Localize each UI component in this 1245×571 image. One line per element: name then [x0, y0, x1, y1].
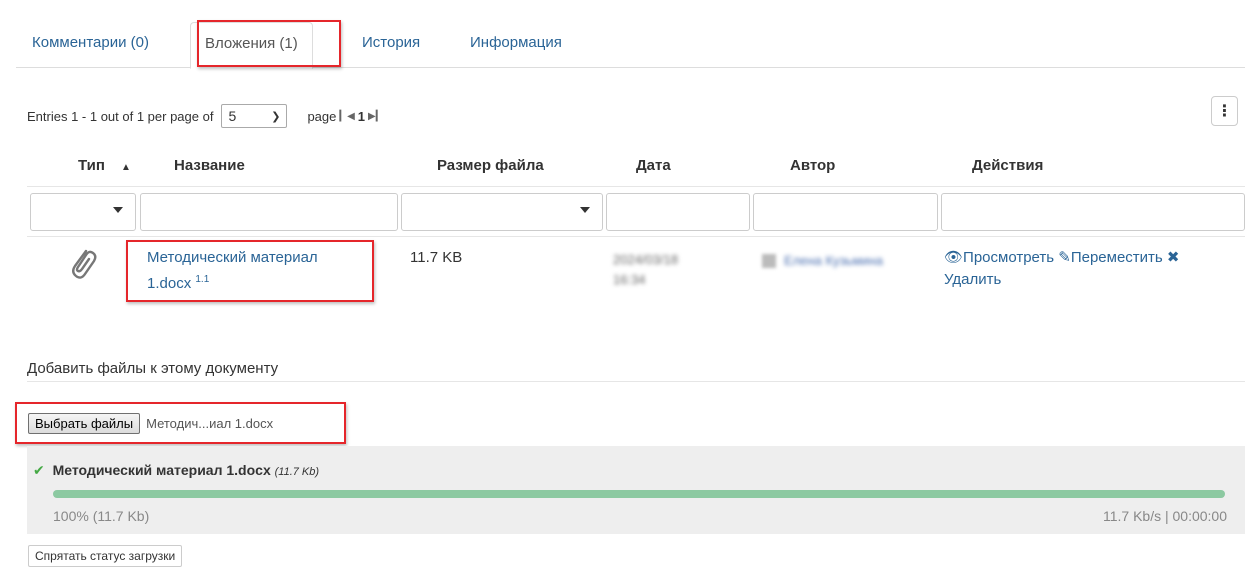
- per-page-select[interactable]: 5 ❯: [221, 104, 288, 128]
- eye-icon: 👁: [944, 249, 964, 266]
- column-header-type-label: Тип: [78, 157, 105, 174]
- per-page-value: 5: [228, 108, 237, 124]
- upload-file-name: Методический материал 1.docx: [52, 462, 271, 478]
- version-badge: 1.1: [195, 274, 210, 285]
- type-filter-select[interactable]: [30, 193, 136, 231]
- file-name-link[interactable]: Методический материал 1.docx 1.1: [147, 247, 318, 295]
- upload-status-title: ✔ Методический материал 1.docx (11.7 Kb): [33, 462, 319, 479]
- column-header-size[interactable]: Размер файла: [437, 157, 544, 174]
- actions-filter-input[interactable]: [941, 193, 1245, 231]
- choose-files-button[interactable]: Выбрать файлы: [28, 413, 141, 434]
- paperclip-icon: [66, 246, 100, 293]
- current-page[interactable]: 1: [358, 109, 365, 124]
- column-header-type[interactable]: Тип ▲: [78, 157, 131, 174]
- tab-attachments[interactable]: Вложения (1): [190, 22, 313, 69]
- check-icon: ✔: [33, 462, 45, 478]
- upload-speed: 11.7 Kb/s | 00:00:00: [1102, 508, 1227, 524]
- actions-cell: 👁Просмотреть ✎Переместить ✖ Удалить: [944, 247, 1244, 291]
- size-filter-select[interactable]: [401, 193, 603, 231]
- tab-comments[interactable]: Комментарии (0): [32, 22, 149, 69]
- more-options-button[interactable]: ⋮: [1211, 96, 1238, 126]
- pager: page ▎◀ 1 ▶▎: [307, 109, 383, 124]
- divider: [27, 381, 1245, 382]
- caret-down-icon: [580, 207, 590, 213]
- move-action[interactable]: ✎Переместить: [1058, 249, 1162, 266]
- divider: [27, 186, 1245, 187]
- view-action-label: Просмотреть: [963, 249, 1055, 266]
- pagination-bar: Entries 1 - 1 out of 1 per page of 5 ❯ p…: [27, 104, 383, 128]
- file-date: 2024/03/18 16:34: [613, 250, 678, 290]
- move-action-label: Переместить: [1070, 249, 1163, 266]
- upload-status-panel: ✔ Методический материал 1.docx (11.7 Kb)…: [27, 446, 1245, 534]
- file-date-line2: 16:34: [613, 272, 646, 287]
- divider: [27, 236, 1245, 237]
- chevron-down-icon: ❯: [271, 110, 281, 123]
- entries-info: Entries 1 - 1 out of 1 per page of: [27, 108, 214, 124]
- file-name-line1: Методический материал: [147, 249, 318, 266]
- user-avatar-icon: [762, 254, 776, 268]
- tab-bar: Комментарии (0) Вложения (1) История Инф…: [16, 10, 1245, 69]
- hide-upload-status-button[interactable]: Спрятать статус загрузки: [28, 545, 183, 567]
- sort-asc-icon: ▲: [121, 162, 131, 173]
- author-filter-input[interactable]: [753, 193, 938, 231]
- chosen-file-name: Методич...иал 1.docx: [146, 416, 274, 431]
- last-page-icon[interactable]: ▶▎: [368, 111, 383, 122]
- upload-file-size: (11.7 Kb): [274, 466, 320, 478]
- author-cell: Елена Кузьмина: [762, 250, 883, 272]
- file-size: 11.7 KB: [410, 249, 463, 266]
- delete-action[interactable]: Удалить: [944, 269, 1244, 291]
- file-date-line1: 2024/03/18: [613, 252, 679, 267]
- upload-section-title: Добавить файлы к этому документу: [27, 360, 279, 377]
- file-name-line2-wrap: 1.docx 1.1: [147, 269, 318, 295]
- file-name-line2: 1.docx: [147, 275, 192, 292]
- tab-information[interactable]: Информация: [470, 22, 562, 69]
- column-header-date[interactable]: Дата: [636, 157, 671, 174]
- first-page-icon[interactable]: ▎◀: [339, 111, 354, 122]
- edit-icon: ✎: [1058, 249, 1071, 266]
- progress-fill: [53, 490, 1225, 498]
- tab-history[interactable]: История: [362, 22, 420, 69]
- column-header-actions: Действия: [972, 157, 1044, 174]
- delete-icon[interactable]: ✖: [1167, 249, 1180, 266]
- progress-text: 100% (11.7 Kb): [53, 508, 150, 524]
- author-name[interactable]: Елена Кузьмина: [784, 250, 883, 272]
- view-action[interactable]: 👁Просмотреть: [944, 249, 1054, 266]
- kebab-icon: ⋮: [1216, 103, 1233, 120]
- name-filter-input[interactable]: [140, 193, 398, 231]
- progress-bar: [53, 490, 1225, 498]
- caret-down-icon: [113, 207, 123, 213]
- date-filter-input[interactable]: [606, 193, 750, 231]
- file-chooser[interactable]: Выбрать файлы Методич...иал 1.docx: [28, 413, 273, 434]
- column-header-name[interactable]: Название: [174, 157, 245, 174]
- page-label: page: [307, 108, 337, 124]
- column-header-author[interactable]: Автор: [790, 157, 835, 174]
